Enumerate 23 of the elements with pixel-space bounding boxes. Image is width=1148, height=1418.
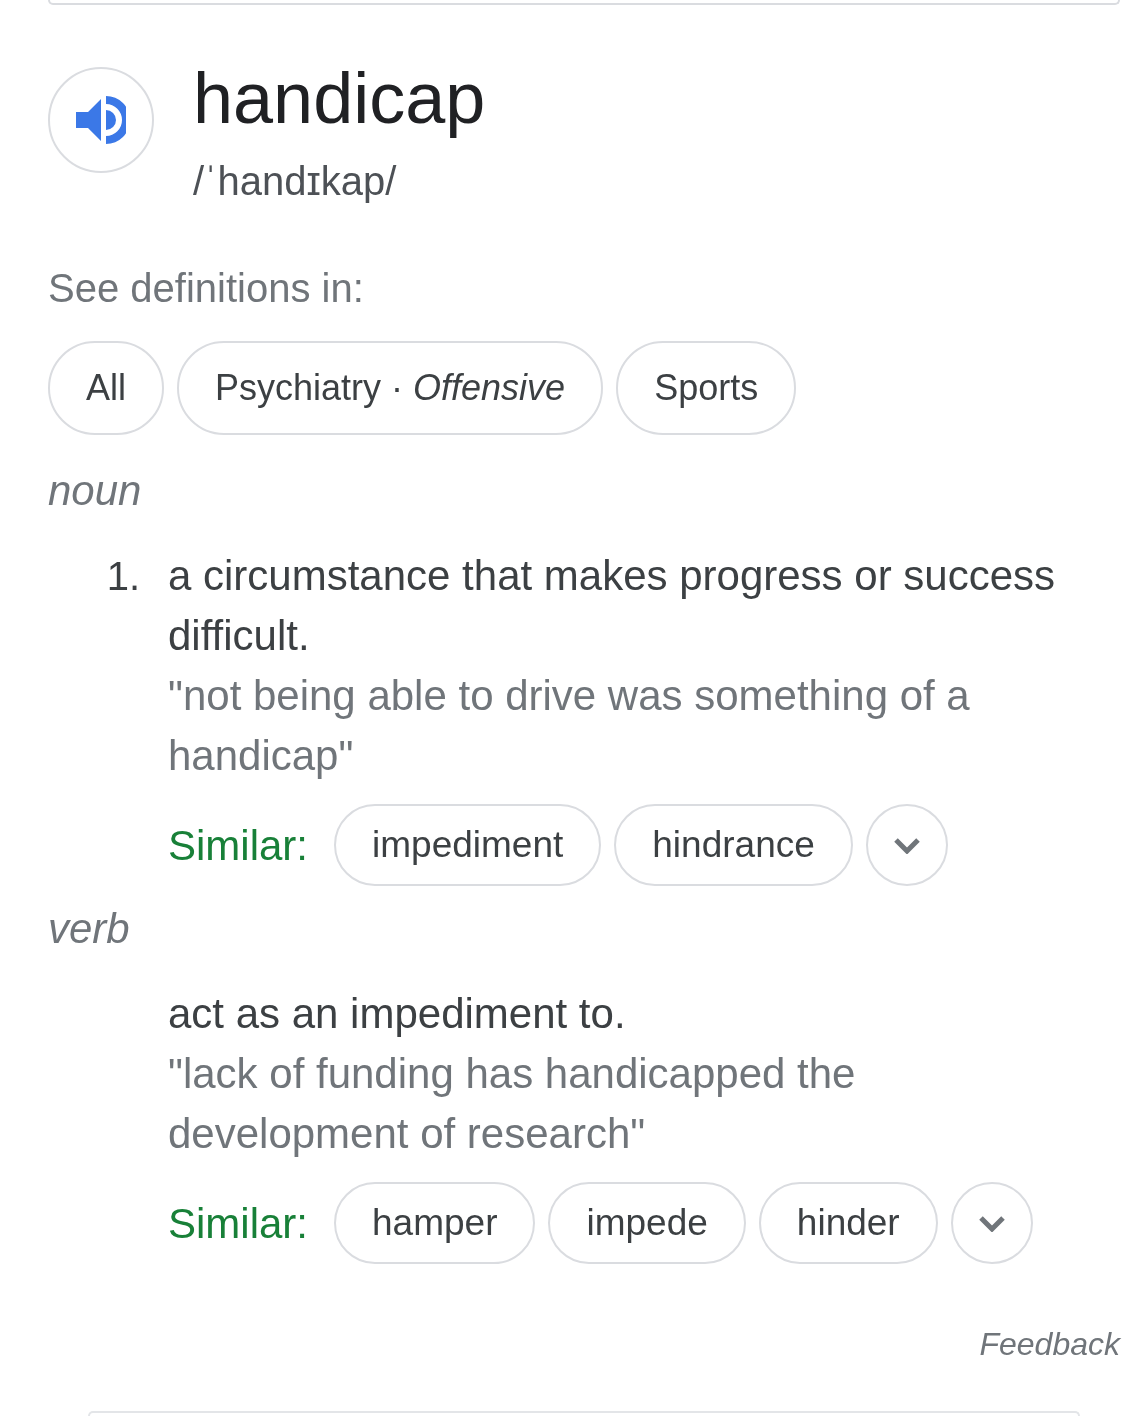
section-label: See definitions in: xyxy=(48,268,364,308)
synonym-chip[interactable]: impede xyxy=(548,1182,746,1264)
similar-label: Similar: xyxy=(168,820,308,871)
domain-chip[interactable]: Sports xyxy=(616,341,797,435)
part-of-speech: noun xyxy=(48,470,142,512)
synonym-chip[interactable]: impediment xyxy=(334,804,602,886)
synonym-chip[interactable]: hinder xyxy=(758,1182,938,1264)
chevron-down-icon xyxy=(977,1214,1006,1232)
domain-chip[interactable]: All xyxy=(48,341,164,435)
feedback-link[interactable]: Feedback xyxy=(979,1328,1120,1360)
definition-text: a circumstance that makes progress or success difficult. xyxy=(168,551,1056,661)
similar-label: Similar: xyxy=(168,1198,308,1249)
synonym-chip[interactable]: hindrance xyxy=(614,804,853,886)
example-sentence: "lack of funding has handicapped the development of research" xyxy=(168,1049,857,1159)
part-of-speech: verb xyxy=(48,908,130,950)
synonym-chip[interactable]: hamper xyxy=(334,1182,536,1264)
domain-chip[interactable]: Psychiatry · Offensive xyxy=(177,341,604,435)
pronunciation: /ˈhandɪkap/ xyxy=(193,161,398,201)
chevron-down-icon xyxy=(892,836,921,854)
definition-text: act as an impediment to. xyxy=(168,989,627,1039)
example-sentence: "not being able to drive was something of a handicap" xyxy=(168,671,971,781)
definition-number: 1. xyxy=(106,553,140,600)
speaker-icon xyxy=(76,96,126,144)
